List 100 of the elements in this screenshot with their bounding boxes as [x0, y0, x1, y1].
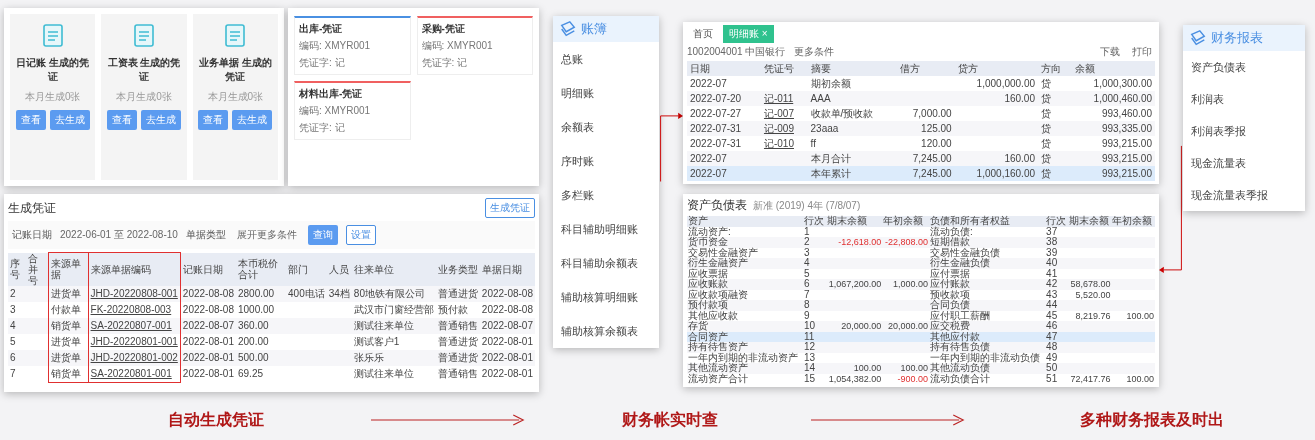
table-row[interactable]: 应收票据 5 应付票据 41	[687, 268, 1155, 279]
table-cell: 2022-08-07	[180, 317, 236, 334]
table-cell: 12	[803, 342, 826, 353]
table-row[interactable]: 2022-07 期初余额 1,000,000.00 贷 1,000,300.00	[687, 76, 1155, 91]
table-row[interactable]: 2022-07-27 记-007 收款单/预收款 7,000.00 贷 993,460.00	[687, 106, 1155, 121]
table-cell: 记-010	[760, 136, 808, 151]
column-header: 行次	[803, 216, 826, 227]
menu-item[interactable]: 辅助核算明细账	[553, 280, 659, 314]
table-cell: 进货单	[48, 333, 89, 350]
table-cell: 付款单	[48, 301, 89, 318]
table-cell: 销货单	[48, 365, 89, 382]
card-count: 本月生成0张	[24, 90, 81, 104]
table-row[interactable]: 2022-07 本年累计 7,245.00 1,000,160.00 贷 993,215.00	[687, 166, 1155, 181]
tab[interactable]: 首页	[687, 25, 719, 43]
table-cell: 7	[8, 365, 27, 382]
table-row[interactable]: 流动资产: 1 流动负债: 37	[687, 226, 1155, 237]
table-cell: 1,000,460.00	[1071, 91, 1155, 106]
template-title: 出库-凭证	[299, 22, 344, 36]
column-header: 人员	[326, 252, 352, 286]
table-cell: 69.25	[236, 365, 286, 382]
table-cell: 流动资产合计	[687, 373, 804, 384]
card-title: 工资表 生成的凭证	[106, 56, 182, 84]
column-header: 摘要	[807, 61, 897, 76]
menu-item[interactable]: 科目辅助明细账	[553, 212, 659, 246]
table-cell: 2022-08-01	[479, 349, 535, 366]
expand-button[interactable]: 展开更多条件	[233, 228, 300, 242]
table-cell: SA-20220801-001	[88, 365, 181, 382]
column-header: 凭证号	[760, 61, 808, 76]
column-header: 负债和所有者权益	[929, 216, 1046, 227]
table-cell: 交易性金融负债	[929, 247, 1046, 258]
table-row[interactable]: 一年内到期的非流动资产 13 一年内到期的非流动负债 49	[687, 352, 1155, 363]
table-cell: 100.00	[1111, 373, 1155, 384]
template-code: 编码: XMYR001	[299, 104, 372, 118]
table-row[interactable]: 2022-07-20 记-011 AAA 160.00 贷 1,000,460.00	[687, 91, 1155, 106]
table-row[interactable]: 应收账款 6 1,067,200.00 1,000.00 应付账款 42 58,678.00	[687, 279, 1155, 290]
table-row[interactable]: 2022-07-31 记-010 ff 120.00 贷 993,215.00	[687, 136, 1155, 151]
feature-caption: 自动生成凭证	[166, 409, 265, 430]
table-row[interactable]: 预付款项 8 合同负债 44	[687, 300, 1155, 311]
column-header: 业务类型	[435, 252, 480, 286]
column-header: 来源单据编码	[88, 252, 181, 286]
table-cell: 1,000,300.00	[1071, 76, 1155, 91]
table-row[interactable]: 交易性金融资产 3 交易性金融负债 39	[687, 247, 1155, 258]
table-cell: 48	[1045, 342, 1068, 353]
menu-item[interactable]: 现金流量表季报	[1183, 179, 1305, 211]
menu-item[interactable]: 总账	[553, 42, 659, 76]
generate-button[interactable]: 生成凭证	[485, 198, 535, 218]
table-cell: 2	[803, 237, 826, 248]
table-cell: 3	[803, 247, 826, 258]
table-cell: 衍生金融资产	[687, 258, 804, 269]
table-cell: 2022-07-31	[687, 136, 761, 151]
table-cell: 1,000,000.00	[954, 76, 1038, 91]
menu-item[interactable]: 现金流量表	[1183, 147, 1305, 179]
table-row[interactable]: 衍生金融资产 4 衍生金融负债 40	[687, 258, 1155, 269]
table-cell: 160.00	[954, 151, 1038, 166]
card-count: 本月生成0张	[116, 90, 172, 104]
table-row[interactable]: 其他应收款 9 应付职工薪酬 45 8,219.76 100.00	[687, 310, 1155, 321]
menu-item[interactable]: 辅助核算余额表	[553, 314, 659, 348]
table-cell: 14	[803, 363, 826, 374]
column-header: 方向	[1038, 61, 1072, 76]
menu-item[interactable]: 科目辅助余额表	[553, 246, 659, 280]
table-cell: 应付账款	[929, 279, 1046, 290]
column-header: 单据日期	[479, 252, 535, 286]
table-row[interactable]: 其他流动资产 14 100.00 100.00 其他流动负债 50	[687, 363, 1155, 374]
menu-item[interactable]: 多栏账	[553, 178, 659, 212]
menu-item[interactable]: 余额表	[553, 110, 659, 144]
table-row[interactable]: 持有待售资产 12 持有待售负债 48	[687, 342, 1155, 353]
download-button[interactable]: 下载	[1097, 45, 1123, 59]
settings-button[interactable]: 设置	[345, 225, 376, 245]
period-label: 新准 (2019) 4年 (7/8/07)	[753, 199, 861, 213]
table-cell: 应收账款	[687, 279, 804, 290]
print-button[interactable]: 打印	[1129, 45, 1155, 59]
table-row[interactable]: 合同资产 11 其他应付款 47	[687, 331, 1155, 342]
table-cell: 7,245.00	[896, 166, 955, 181]
table-row[interactable]: 应收款项融资 7 预收款项 43 5,520.00	[687, 289, 1155, 300]
table-cell: 应收票据	[687, 268, 804, 279]
table-cell: 1,067,200.00	[825, 279, 883, 290]
menu-item[interactable]: 资产负债表	[1183, 51, 1305, 83]
menu-item[interactable]: 明细账	[553, 76, 659, 110]
table-row[interactable]: 货币资金 2 -12,618.00 -22,808.00 短期借款 38	[687, 237, 1155, 248]
more-conditions-button[interactable]: 更多条件	[791, 45, 838, 59]
table-row[interactable]: 2022-07 本月合计 7,245.00 160.00 贷 993,215.00	[687, 151, 1155, 166]
table-cell: 2022-07	[687, 166, 761, 181]
table-row[interactable]: 流动资产合计 15 1,054,382.00 -900.00 流动负债合计 51 72,417.76 100.00	[687, 373, 1155, 384]
table-cell: 存货	[687, 321, 804, 332]
book-icon	[1189, 29, 1207, 47]
table-cell: 40	[1045, 258, 1068, 269]
panel-title: 资产负债表	[687, 197, 747, 214]
table-cell: 其他流动资产	[687, 363, 804, 374]
table-cell: JHD-20220801-001	[88, 333, 181, 350]
table-cell: 货币资金	[687, 237, 804, 248]
menu-item[interactable]: 序时账	[553, 144, 659, 178]
table-row[interactable]: 存货 10 20,000.00 20,000.00 应交税费 46	[687, 321, 1155, 332]
table-cell: 51	[1045, 373, 1068, 384]
card-title: 业务单据 生成的凭证	[197, 56, 273, 84]
menu-item[interactable]: 利润表季报	[1183, 115, 1305, 147]
table-row[interactable]: 2022-07-31 记-009 23aaa 125.00 贷 993,335.00	[687, 121, 1155, 136]
menu-item[interactable]: 利润表	[1183, 83, 1305, 115]
table-cell: 49	[1045, 352, 1068, 363]
menu-title: 财务报表	[1211, 29, 1263, 47]
table-cell: AAA	[807, 91, 897, 106]
